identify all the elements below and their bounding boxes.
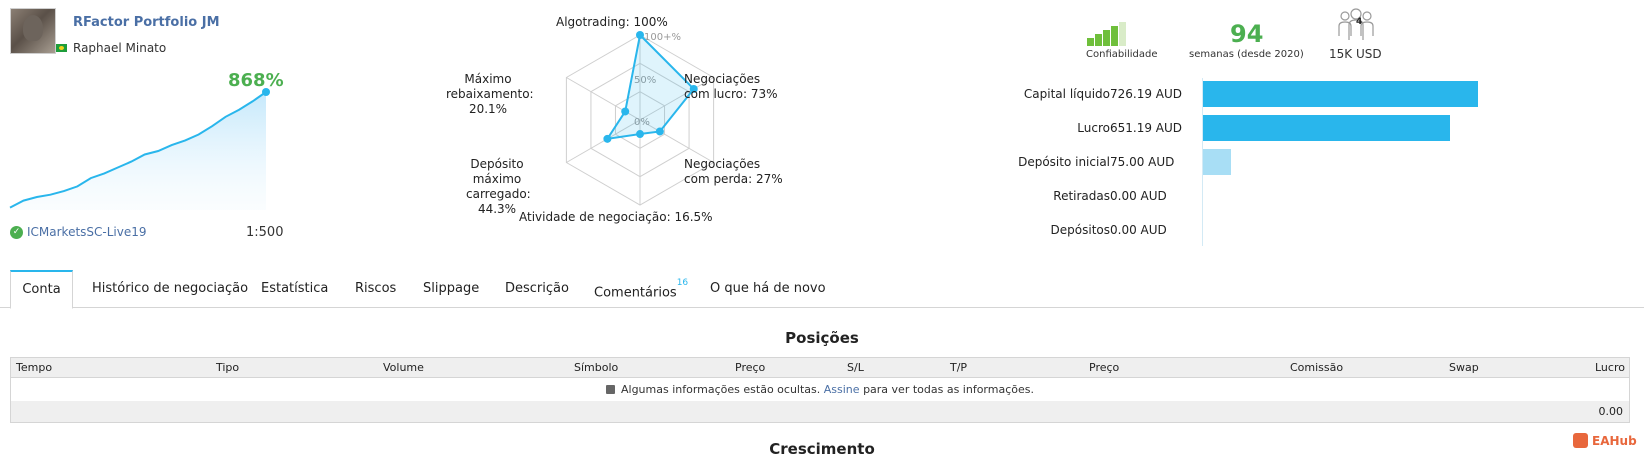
radar-point [621, 107, 630, 116]
tab-statistics[interactable]: Estatística [245, 270, 344, 308]
leverage-value: 1:500 [246, 225, 284, 240]
positions-title: Posições [785, 329, 859, 347]
radar-chart: 100+% 50% 0% [565, 31, 715, 206]
stat-value: 0.00 AUD [1110, 189, 1167, 203]
radar-label-deposit-load: Depósito máximo carregado: 44.3% [466, 157, 531, 216]
hidden-info-text: Algumas informações estão ocultas. [620, 383, 821, 396]
radar-point [603, 134, 612, 143]
col-swap: Swap [1449, 361, 1479, 374]
stat-value: 726.19 AUD [1110, 87, 1183, 101]
tab-whats-new[interactable]: O que há de novo [694, 270, 842, 308]
col-price-current: Preço [1089, 361, 1120, 374]
subscribers-label: 15K USD [1329, 47, 1382, 61]
stat-value: 0.00 AUD [1110, 223, 1167, 237]
eahub-icon [1573, 433, 1588, 448]
weeks-value: 94 [1230, 20, 1264, 48]
reliability-bar [1111, 26, 1118, 46]
weeks-label: semanas (desde 2020) [1189, 49, 1304, 60]
col-tp: T/P [950, 361, 968, 374]
stat-value: 651.19 AUD [1110, 121, 1183, 135]
stats-axis [1202, 78, 1203, 246]
subscribers-count: 4 [1356, 17, 1363, 27]
table-header: Tempo Tipo Volume Símbolo Preço S/L T/P … [11, 358, 1629, 378]
reliability-bars-icon [1087, 22, 1127, 46]
radar-scale-100: 100+% [644, 32, 681, 43]
col-sl: S/L [847, 361, 864, 374]
verified-shield-icon: ✓ [10, 226, 23, 239]
tab-risks[interactable]: Riscos [339, 270, 412, 308]
col-volume: Volume [383, 361, 424, 374]
radar-point [655, 127, 664, 136]
growth-section-title: Crescimento [769, 440, 875, 457]
col-price-open: Preço [735, 361, 766, 374]
comments-badge: 16 [676, 278, 689, 288]
account-title[interactable]: RFactor Portfolio JM [73, 15, 220, 30]
positions-table: Tempo Tipo Volume Símbolo Preço S/L T/P … [10, 357, 1630, 423]
col-commission: Comissão [1290, 361, 1344, 374]
tab-slippage[interactable]: Slippage [407, 270, 495, 308]
col-type: Tipo [216, 361, 240, 374]
growth-mini-chart [9, 88, 270, 210]
reliability-bar [1119, 22, 1126, 46]
tab-comments[interactable]: Comentários16 [578, 270, 704, 308]
hidden-info-text-2: para ver todas as informações. [863, 383, 1034, 396]
eahub-logo[interactable]: EAHub [1573, 433, 1637, 448]
stat-bar [1203, 81, 1478, 107]
stat-label: Retiradas [1053, 189, 1110, 203]
radar-point [636, 31, 644, 39]
stat-bar [1203, 149, 1231, 175]
hidden-info-row: Algumas informações estão ocultas. Assin… [11, 378, 1629, 401]
server-link[interactable]: ICMarketsSC-Live19 [27, 225, 147, 239]
col-time: Tempo [16, 361, 53, 374]
avatar[interactable] [10, 8, 56, 54]
radar-label-activity: Atividade de negociação: 16.5% [519, 210, 713, 224]
stat-label: Depósito inicial [1018, 155, 1110, 169]
growth-area [10, 92, 266, 210]
account-user[interactable]: Raphael Minato [73, 41, 166, 55]
tab-conta[interactable]: Conta [10, 270, 73, 309]
radar-shape [605, 32, 696, 141]
subscribe-link[interactable]: Assine [824, 383, 860, 396]
tab-trading-history[interactable]: Histórico de negociação [76, 270, 264, 308]
radar-point [636, 130, 644, 139]
stat-value: 75.00 AUD [1110, 155, 1175, 169]
tab-bar: Conta Histórico de negociação Estatístic… [0, 270, 1644, 309]
radar-label-profit-trades: Negociações com lucro: 73% [684, 72, 778, 101]
radar-label-loss-trades: Negociações com perda: 27% [684, 157, 783, 186]
radar-label-algotrading: Algotrading: 100% [556, 15, 668, 29]
reliability-bar [1087, 38, 1094, 46]
reliability-bar [1095, 34, 1102, 46]
radar-label-drawdown: Máximo rebaixamento: 20.1% [446, 72, 534, 116]
col-symbol: Símbolo [574, 361, 619, 374]
stat-label: Lucro [1077, 121, 1110, 135]
reliability-bar [1103, 30, 1110, 46]
growth-end-point [262, 88, 270, 96]
col-profit: Lucro [1595, 361, 1625, 374]
brazil-flag-icon [56, 44, 67, 52]
stat-label: Capital líquido [1023, 87, 1110, 101]
tab-description[interactable]: Descrição [489, 270, 585, 308]
total-profit: 0.00 [1598, 405, 1624, 418]
lock-icon [605, 385, 615, 394]
reliability-label: Confiabilidade [1086, 49, 1158, 60]
stat-label: Depósitos [1050, 223, 1110, 237]
stat-bar [1203, 115, 1450, 141]
total-row: 0.00 [11, 401, 1629, 422]
